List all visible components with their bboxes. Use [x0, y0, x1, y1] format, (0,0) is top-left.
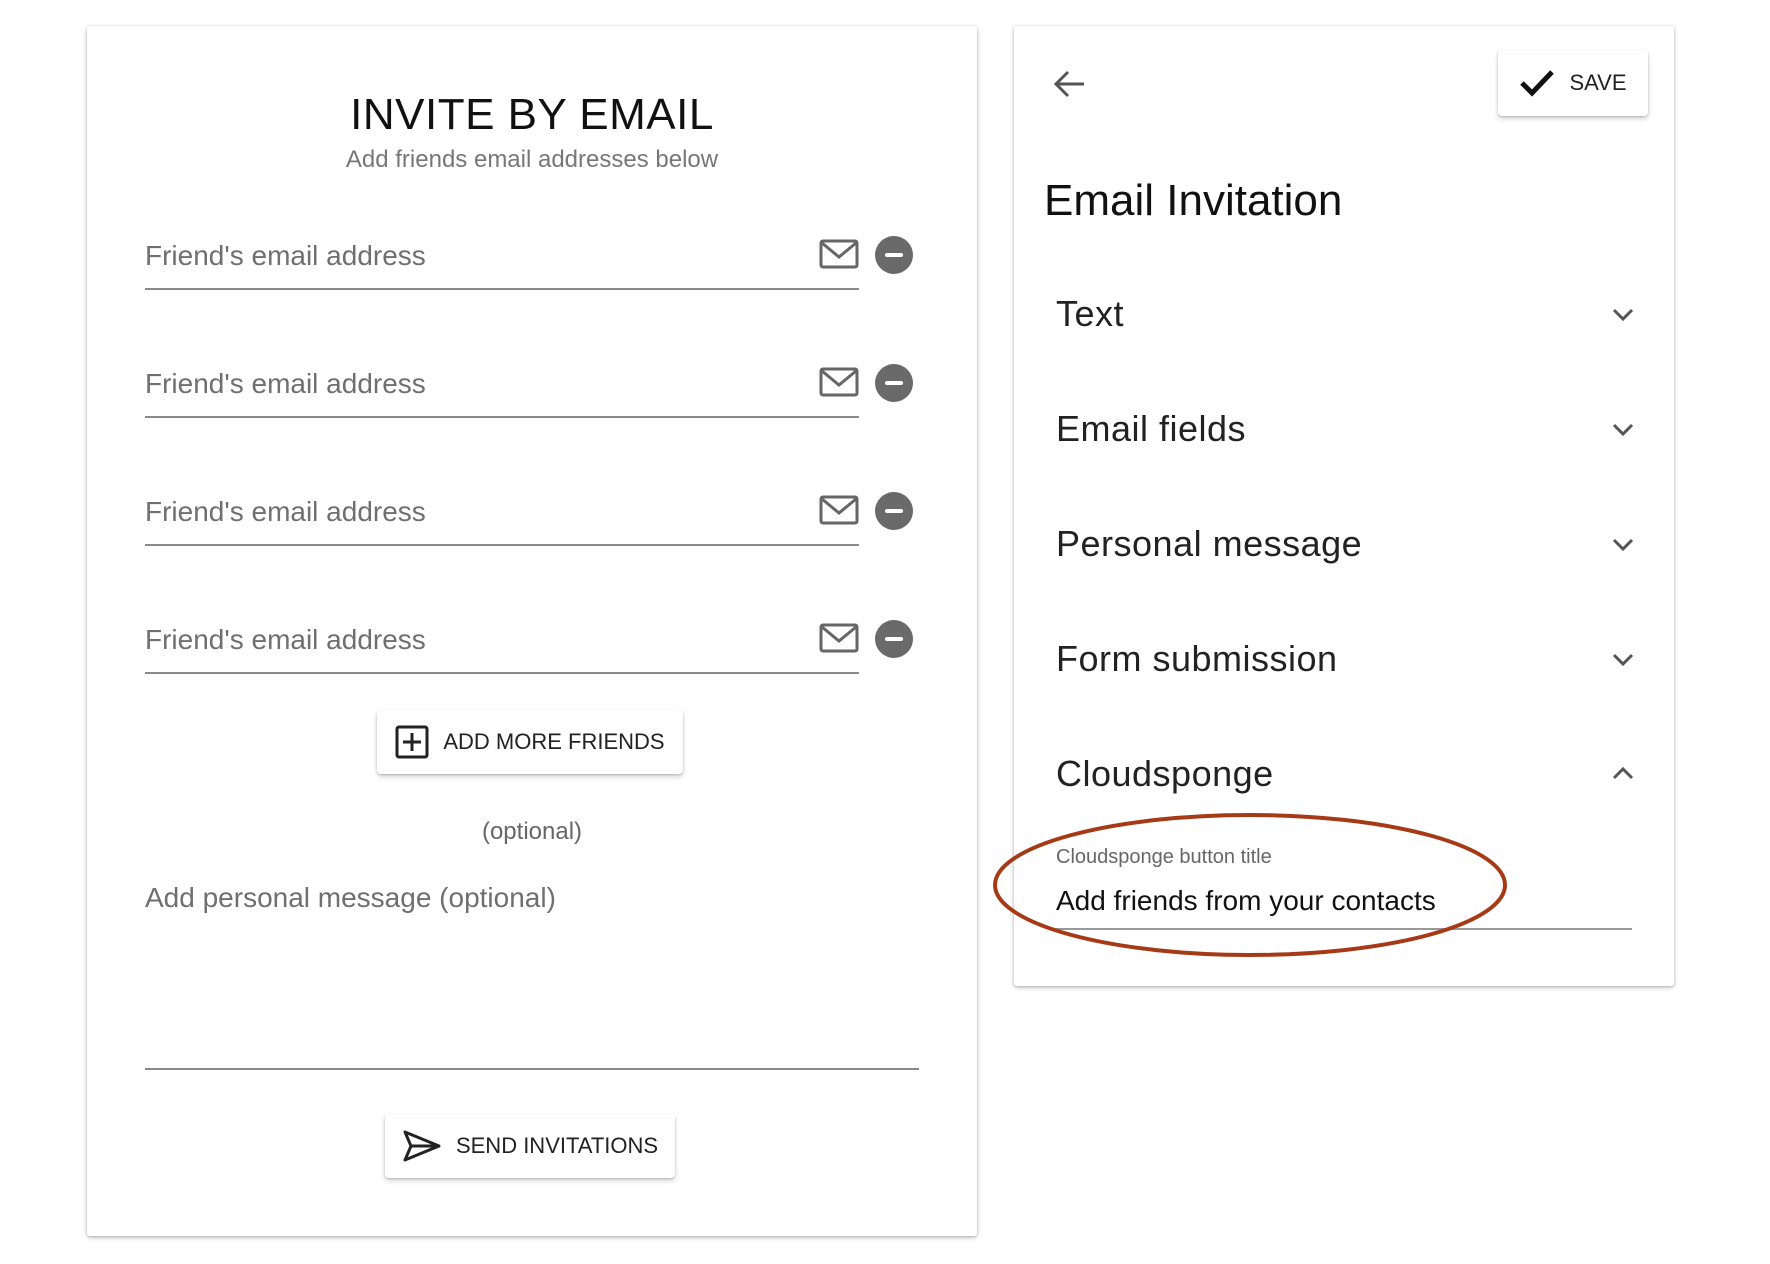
email-row: Friend's email address [145, 608, 945, 688]
email-placeholder: Friend's email address [145, 368, 426, 399]
email-row: Friend's email address [145, 480, 945, 560]
remove-email-button[interactable] [875, 620, 913, 658]
send-invitations-button[interactable]: SEND INVITATIONS [385, 1114, 675, 1178]
section-label: Personal message [1056, 523, 1363, 564]
email-field[interactable]: Friend's email address [145, 480, 859, 546]
email-field[interactable]: Friend's email address [145, 352, 859, 418]
email-row: Friend's email address [145, 224, 945, 304]
section-personal-message[interactable]: Personal message [1056, 509, 1636, 579]
email-placeholder: Friend's email address [145, 496, 426, 527]
remove-email-button[interactable] [875, 364, 913, 402]
add-more-friends-button[interactable]: ADD MORE FRIENDS [377, 710, 683, 774]
cloudsponge-field-label: Cloudsponge button title [1056, 846, 1272, 868]
chevron-down-icon [1612, 653, 1634, 667]
save-button[interactable]: SAVE [1498, 50, 1648, 116]
chevron-up-icon [1612, 766, 1634, 780]
cloudsponge-field-value: Add friends from your contacts [1056, 885, 1436, 916]
section-cloudsponge[interactable]: Cloudsponge [1056, 739, 1636, 809]
add-box-icon [395, 725, 429, 759]
optional-hint: (optional) [481, 818, 583, 845]
cloudsponge-button-title-input[interactable]: Add friends from your contacts [1056, 874, 1632, 930]
email-row: Friend's email address [145, 352, 945, 432]
section-label: Cloudsponge [1056, 753, 1274, 794]
section-email-fields[interactable]: Email fields [1056, 394, 1636, 464]
mail-icon [819, 239, 859, 269]
panel-title: Email Invitation [1044, 176, 1343, 225]
remove-icon [885, 637, 903, 641]
save-label: SAVE [1569, 70, 1627, 95]
send-invitations-label: SEND INVITATIONS [455, 1133, 659, 1158]
remove-icon [885, 381, 903, 385]
invite-subtitle: Add friends email addresses below [345, 146, 719, 173]
remove-email-button[interactable] [875, 492, 913, 530]
chevron-down-icon [1612, 538, 1634, 552]
invite-form-card: INVITE BY EMAIL Add friends email addres… [87, 26, 977, 1236]
back-arrow-icon[interactable] [1050, 64, 1090, 104]
editor-panel-card: SAVE Email Invitation Text Email fields … [1014, 26, 1674, 986]
section-text[interactable]: Text [1056, 279, 1636, 349]
email-placeholder: Friend's email address [145, 240, 426, 271]
section-label: Email fields [1056, 408, 1247, 449]
mail-icon [819, 623, 859, 653]
email-field[interactable]: Friend's email address [145, 224, 859, 290]
email-field[interactable]: Friend's email address [145, 608, 859, 674]
chevron-down-icon [1612, 308, 1634, 322]
section-form-submission[interactable]: Form submission [1056, 624, 1636, 694]
section-label: Form submission [1056, 638, 1338, 679]
email-placeholder: Friend's email address [145, 624, 426, 655]
mail-icon [819, 495, 859, 525]
add-more-friends-label: ADD MORE FRIENDS [443, 729, 665, 754]
invite-title: INVITE BY EMAIL [350, 90, 714, 139]
remove-icon [885, 509, 903, 513]
section-label: Text [1056, 293, 1125, 334]
mail-icon [819, 367, 859, 397]
send-icon [403, 1130, 441, 1162]
remove-email-button[interactable] [875, 236, 913, 274]
remove-icon [885, 253, 903, 257]
personal-message-field[interactable]: Add personal message (optional) [145, 882, 919, 1070]
message-placeholder: Add personal message (optional) [145, 882, 556, 913]
check-icon [1520, 70, 1555, 97]
chevron-down-icon [1612, 423, 1634, 437]
